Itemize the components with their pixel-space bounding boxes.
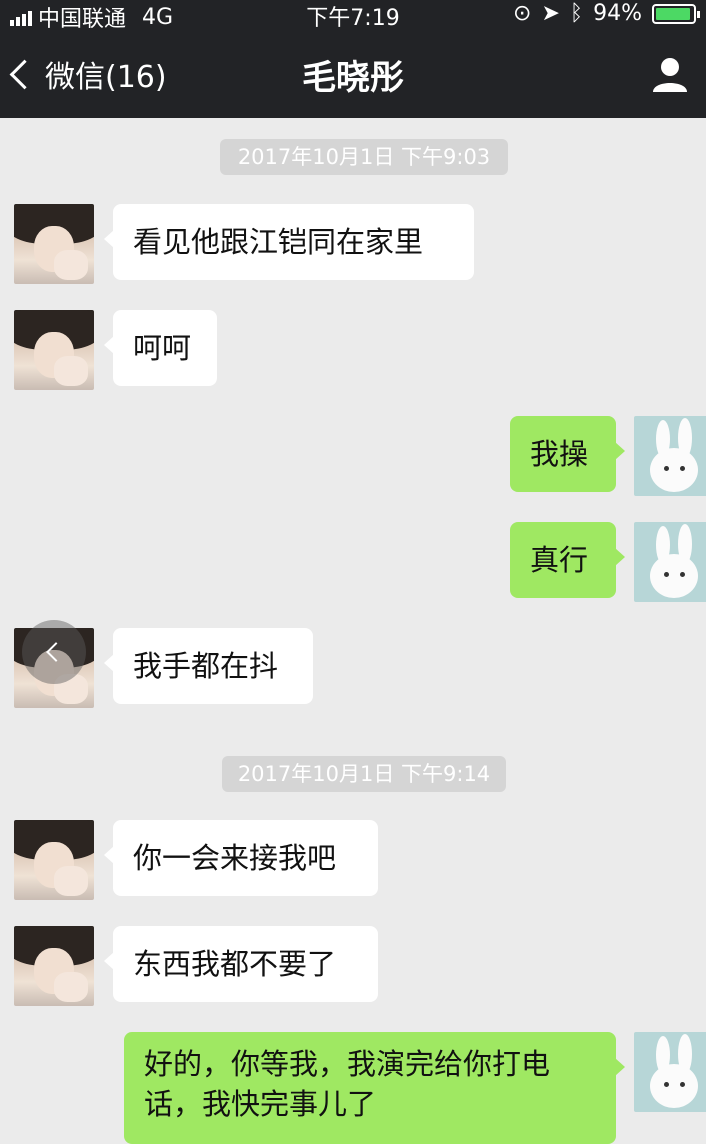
status-bar: 中国联通 4G 下午7:19 ⊙ ➤ ᛒ 94%	[0, 0, 706, 32]
contact-avatar[interactable]	[14, 926, 94, 1006]
chat-title: 毛晓彤	[302, 58, 404, 98]
bluetooth-icon: ᛒ	[569, 1, 584, 26]
timestamp: 2017年10月1日 下午9:14	[222, 756, 506, 792]
battery-percent: 94%	[593, 1, 642, 26]
person-icon[interactable]	[650, 54, 690, 94]
status-right: ⊙ ➤ ᛒ 94%	[513, 1, 700, 26]
message-bubble-outgoing[interactable]: 好的，你等我，我演完给你打电 话，我快完事儿了	[124, 1032, 625, 1144]
timestamp: 2017年10月1日 下午9:03	[220, 139, 508, 175]
contact-avatar[interactable]	[14, 820, 94, 900]
contact-avatar[interactable]	[14, 310, 94, 390]
message-bubble-outgoing[interactable]: 我操	[510, 416, 625, 492]
my-avatar[interactable]	[634, 522, 706, 602]
message-bubble-incoming[interactable]: 呵呵	[104, 310, 217, 386]
chevron-left-icon	[46, 642, 66, 662]
rotation-lock-icon: ⊙	[513, 1, 532, 26]
nav-bar: 微信(16) 毛晓彤	[0, 40, 706, 112]
message-bubble-incoming[interactable]: 东西我都不要了	[104, 926, 378, 1002]
message-bubble-incoming[interactable]: 你一会来接我吧	[104, 820, 378, 896]
message-bubble-incoming[interactable]: 看见他跟江铠同在家里	[104, 204, 474, 280]
message-line: 好的，你等我，我演完给你打电	[144, 1047, 551, 1081]
message-bubble-outgoing[interactable]: 真行	[510, 522, 625, 598]
my-avatar[interactable]	[634, 416, 706, 496]
battery-icon	[652, 3, 700, 24]
message-line: 话，我快完事儿了	[144, 1087, 377, 1121]
my-avatar[interactable]	[634, 1032, 706, 1112]
message-bubble-incoming[interactable]: 我手都在抖	[104, 628, 313, 704]
top-bar: 中国联通 4G 下午7:19 ⊙ ➤ ᛒ 94% 微信(16) 毛晓彤	[0, 0, 706, 118]
floating-back-button[interactable]	[22, 620, 86, 684]
location-icon: ➤	[541, 1, 560, 26]
contact-avatar[interactable]	[14, 204, 94, 284]
